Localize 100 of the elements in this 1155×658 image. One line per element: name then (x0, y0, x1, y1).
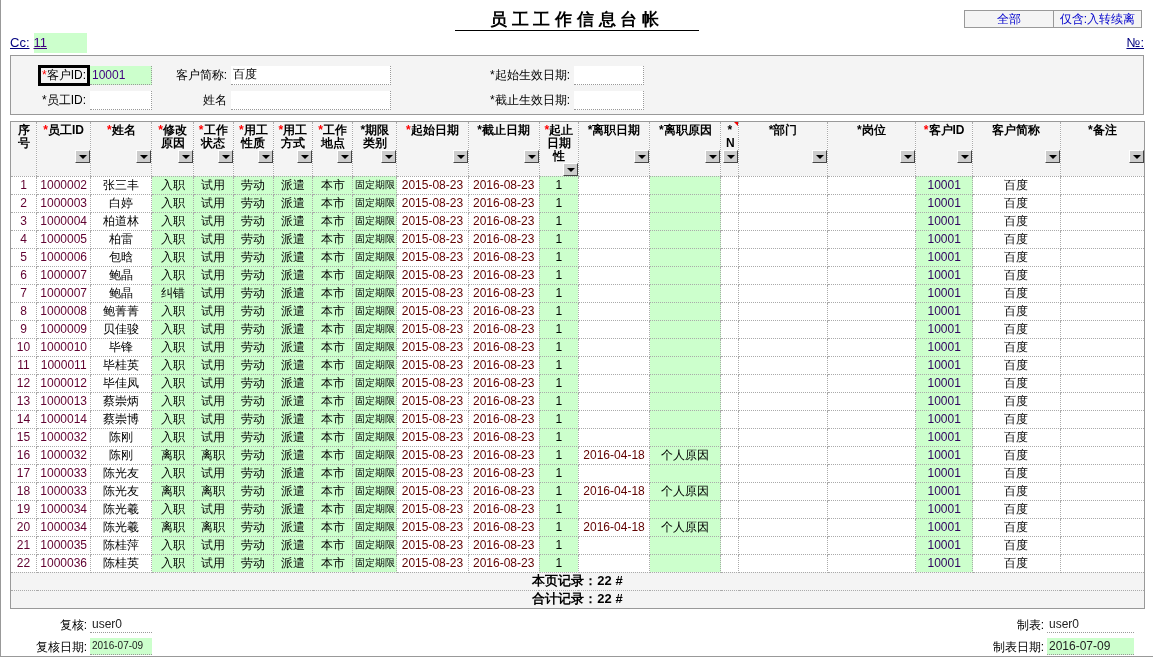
table-cell: 1 (539, 176, 579, 194)
filter-dropdown[interactable] (562, 162, 578, 176)
filter-dropdown[interactable] (257, 149, 273, 163)
table-cell: 蔡崇炳 (90, 392, 152, 410)
table-cell: 派遣 (273, 554, 313, 572)
field-label: 制表日期: (992, 638, 1045, 656)
field-label: 客户简称: (174, 66, 228, 84)
table-cell: 2015-08-23 (396, 212, 469, 230)
number-label: №: (1126, 34, 1144, 52)
table-cell: 百度 (972, 482, 1061, 500)
column-header: *员工ID (42, 123, 85, 139)
field-label: *截止生效日期: (489, 91, 571, 109)
filter-dropdown[interactable] (1044, 149, 1060, 163)
table-cell: 6 (10, 266, 37, 284)
table-cell: 10001 (915, 392, 973, 410)
filter-dropdown[interactable] (705, 149, 721, 163)
table-cell: 派遣 (273, 212, 313, 230)
table-cell: 百度 (972, 410, 1061, 428)
filter-dropdown[interactable] (523, 149, 539, 163)
table-cell: 18 (10, 482, 37, 500)
table-cell: 1000034 (36, 518, 91, 536)
table-cell: 1 (539, 266, 579, 284)
table-cell: 派遣 (273, 500, 313, 518)
table-cell: 派遣 (273, 482, 313, 500)
input-field[interactable]: 百度 (231, 65, 391, 85)
table-cell: 1000013 (36, 392, 91, 410)
filter-dropdown[interactable] (1129, 149, 1144, 163)
field-label: *起始生效日期: (489, 66, 571, 84)
input-field[interactable] (574, 65, 644, 85)
cc-link[interactable]: Cc: (10, 33, 30, 53)
table-cell: 百度 (972, 536, 1061, 554)
column-header: *起始日期 (405, 123, 460, 139)
input-field[interactable]: 10001 (90, 65, 152, 85)
table-cell: 百度 (972, 374, 1061, 392)
table-cell: 派遣 (273, 428, 313, 446)
table-cell: 2015-08-23 (396, 194, 469, 212)
column-header: *离职原因 (657, 123, 713, 139)
table-cell: 11 (10, 356, 37, 374)
table-cell: 2015-08-23 (396, 302, 469, 320)
table-cell: 陈光友 (90, 482, 152, 500)
filter-dropdown[interactable] (900, 149, 916, 163)
table-cell: 1 (539, 446, 579, 464)
summary-text: 本页记录：22 # (532, 573, 623, 588)
table-cell: 派遣 (273, 446, 313, 464)
input-field[interactable] (231, 90, 391, 110)
filter-dropdown[interactable] (452, 149, 468, 163)
table-cell: 10001 (915, 176, 973, 194)
column-header: *工作地点 (317, 123, 348, 150)
column-header: *起止日期性 (543, 123, 575, 163)
field-value: user0 (1047, 616, 1134, 633)
table-cell: 派遣 (273, 302, 313, 320)
filter-dropdown[interactable] (217, 149, 233, 163)
table-cell: 百度 (972, 392, 1061, 410)
table-cell: 1 (539, 248, 579, 266)
table-cell: 7 (10, 284, 37, 302)
cc-value: 11 (33, 33, 87, 53)
table-cell: 陈光羲 (90, 518, 152, 536)
table-cell: 2015-08-23 (396, 356, 469, 374)
column-header: 客户简称 (991, 123, 1042, 139)
input-field[interactable] (90, 90, 152, 110)
table-cell: 9 (10, 320, 37, 338)
table-cell: 百度 (972, 266, 1061, 284)
filter-dropdown[interactable] (177, 149, 193, 163)
column-header: *离职日期 (586, 123, 642, 139)
table-cell: 1 (539, 410, 579, 428)
filter-dropdown[interactable] (723, 149, 739, 163)
page-title: 员 工 工 作 信 息 台 帐 (454, 10, 700, 31)
filter-dropdown[interactable] (381, 149, 397, 163)
table-cell: 10001 (915, 284, 973, 302)
table-cell: 2015-08-23 (396, 320, 469, 338)
table-cell: 2015-08-23 (396, 410, 469, 428)
filter-dropdown[interactable] (337, 149, 353, 163)
table-cell: 1 (10, 176, 37, 194)
filter-dropdown[interactable] (297, 149, 312, 163)
input-field[interactable] (574, 90, 644, 110)
table-cell: 百度 (972, 194, 1061, 212)
column-header: 序号 (16, 123, 31, 150)
table-cell: 1000007 (36, 284, 91, 302)
table-cell: 10001 (915, 212, 973, 230)
table-cell: 1000002 (36, 176, 91, 194)
table-cell: 10001 (915, 464, 973, 482)
table-cell: 柏雷 (90, 230, 152, 248)
table-cell: 蔡崇博 (90, 410, 152, 428)
table-cell: 百度 (972, 428, 1061, 446)
table-cell: 1000009 (36, 320, 91, 338)
column-header: *备注 (1086, 123, 1118, 139)
filter-dropdown[interactable] (957, 149, 973, 163)
table-cell: 21 (10, 536, 37, 554)
table-cell: 2015-08-23 (396, 284, 469, 302)
table-cell: 10001 (915, 500, 973, 518)
filter-dropdown[interactable] (75, 149, 91, 163)
filter-dropdown[interactable] (634, 149, 650, 163)
table-cell: 17 (10, 464, 37, 482)
table-cell: 10001 (915, 320, 973, 338)
table-cell: 百度 (972, 446, 1061, 464)
filter-dropdown[interactable] (136, 149, 152, 163)
table-cell: 2015-08-23 (396, 428, 469, 446)
table-cell: 2 (10, 194, 37, 212)
filter-dropdown[interactable] (811, 149, 827, 163)
table-cell: 派遣 (273, 230, 313, 248)
